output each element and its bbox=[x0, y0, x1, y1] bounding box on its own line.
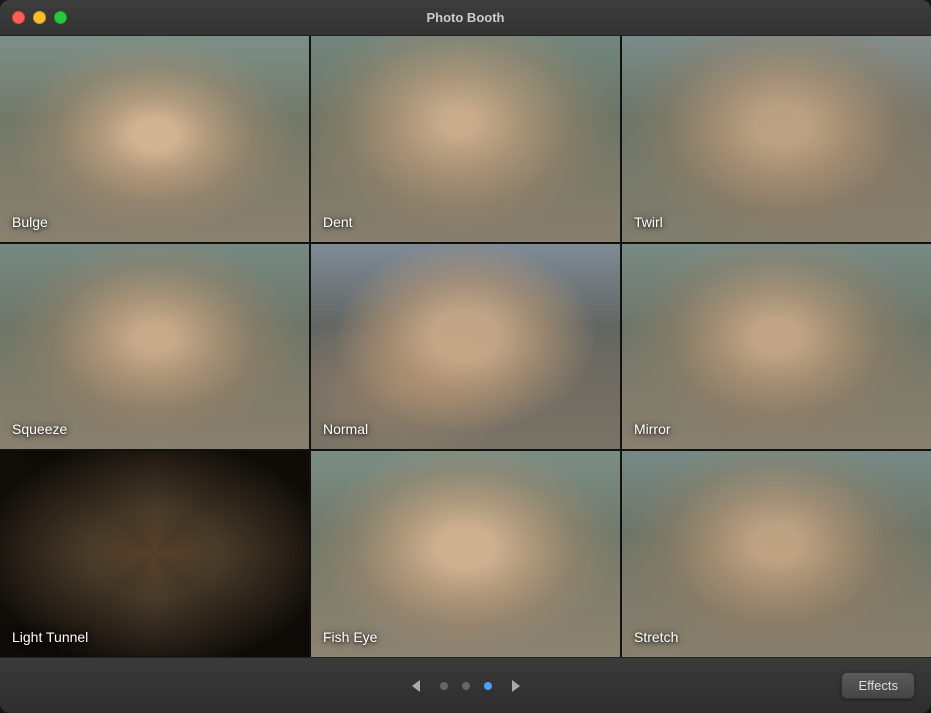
app-window: Photo Booth Bulge Dent Twirl Squeeze bbox=[0, 0, 931, 713]
effect-cell-fish-eye[interactable]: Fish Eye bbox=[311, 451, 620, 657]
face-dent bbox=[311, 36, 620, 242]
next-arrow-icon bbox=[508, 678, 524, 694]
effects-button[interactable]: Effects bbox=[841, 672, 915, 699]
effect-cell-light-tunnel[interactable]: Light Tunnel bbox=[0, 451, 309, 657]
effect-cell-bulge[interactable]: Bulge bbox=[0, 36, 309, 242]
nav-controls bbox=[406, 676, 526, 696]
face-stretch bbox=[622, 451, 931, 657]
effect-cell-dent[interactable]: Dent bbox=[311, 36, 620, 242]
titlebar: Photo Booth bbox=[0, 0, 931, 36]
traffic-lights bbox=[12, 11, 67, 24]
prev-arrow-icon bbox=[408, 678, 424, 694]
face-fish-eye bbox=[311, 451, 620, 657]
effect-cell-mirror[interactable]: Mirror bbox=[622, 244, 931, 450]
window-title: Photo Booth bbox=[427, 10, 505, 25]
nav-dot-2[interactable] bbox=[462, 682, 470, 690]
face-light-tunnel bbox=[0, 451, 309, 657]
face-squeeze bbox=[0, 244, 309, 450]
nav-dot-3[interactable] bbox=[484, 682, 492, 690]
effects-grid: Bulge Dent Twirl Squeeze Normal bbox=[0, 36, 931, 657]
bottom-bar: Effects bbox=[0, 657, 931, 713]
nav-dot-1[interactable] bbox=[440, 682, 448, 690]
face-normal bbox=[311, 244, 620, 450]
maximize-button[interactable] bbox=[54, 11, 67, 24]
effect-cell-squeeze[interactable]: Squeeze bbox=[0, 244, 309, 450]
face-bulge bbox=[0, 36, 309, 242]
nav-prev-button[interactable] bbox=[406, 676, 426, 696]
effect-cell-twirl[interactable]: Twirl bbox=[622, 36, 931, 242]
effect-cell-stretch[interactable]: Stretch bbox=[622, 451, 931, 657]
effect-cell-normal[interactable]: Normal bbox=[311, 244, 620, 450]
nav-next-button[interactable] bbox=[506, 676, 526, 696]
close-button[interactable] bbox=[12, 11, 25, 24]
minimize-button[interactable] bbox=[33, 11, 46, 24]
face-twirl bbox=[622, 36, 931, 242]
face-mirror bbox=[622, 244, 931, 450]
